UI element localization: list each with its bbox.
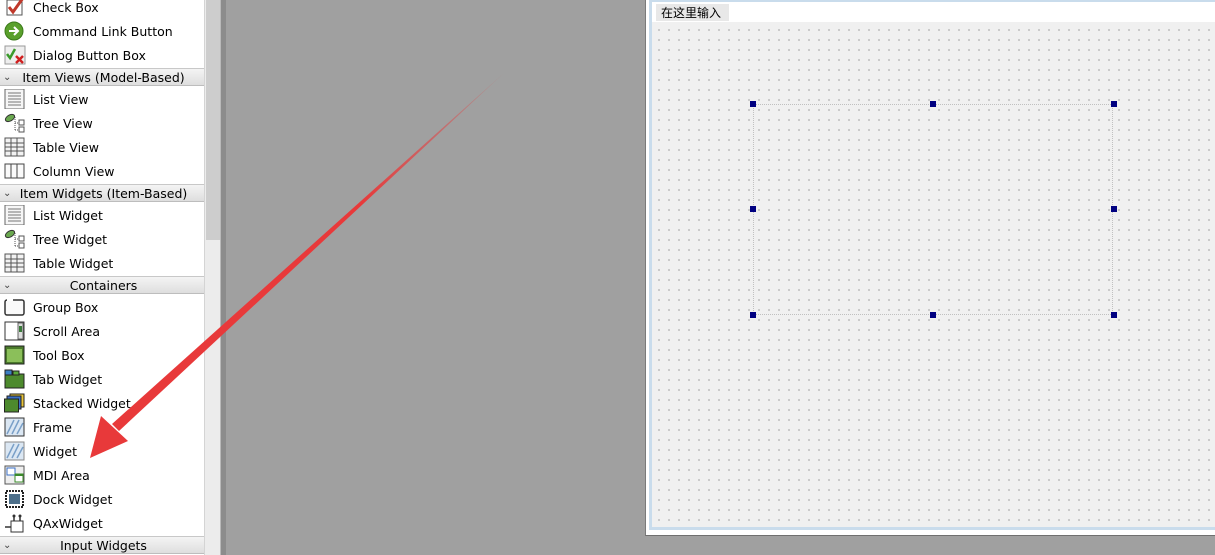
annotation-arrow [90, 72, 505, 458]
